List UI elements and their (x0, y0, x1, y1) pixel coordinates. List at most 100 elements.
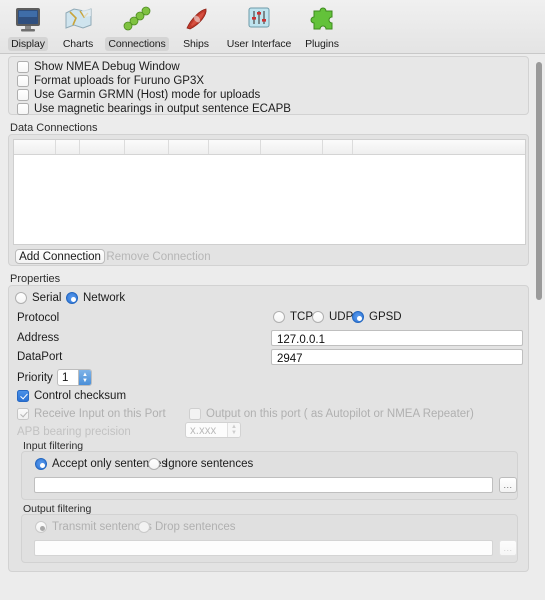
table-column-header-filler (353, 140, 525, 154)
sliders-icon (241, 5, 277, 35)
checkbox-receive-input-on-this-port: Receive Input on this Port (17, 408, 166, 420)
radio-button[interactable] (66, 292, 78, 304)
vertical-scrollbar[interactable] (535, 56, 543, 572)
radio-button[interactable] (148, 458, 160, 470)
radio-button[interactable] (35, 458, 47, 470)
table-column-header[interactable] (209, 140, 261, 154)
puzzle-piece-icon (304, 5, 340, 35)
properties-group-label: Properties (10, 273, 61, 285)
dataport-input[interactable]: 2947 (271, 349, 523, 365)
dialog-button-bar: OK Cancel Apply (0, 572, 545, 600)
table-column-header[interactable] (14, 140, 56, 154)
radio-label: Network (83, 292, 126, 304)
radio-button[interactable] (312, 311, 324, 323)
tab-connections[interactable]: Connections (105, 3, 169, 51)
checkbox-label: Use Garmin GRMN (Host) mode for uploads (34, 89, 261, 101)
checkbox-show-nmea-debug-window[interactable]: Show NMEA Debug Window (17, 61, 180, 73)
checkbox-box[interactable] (17, 75, 29, 87)
spinner-down-arrow[interactable]: ▼ (82, 378, 88, 384)
checkbox-label: Format uploads for Furuno GP3X (34, 75, 205, 87)
radio-label: GPSD (369, 311, 402, 323)
general-options-panel: Show NMEA Debug Window Format uploads fo… (8, 56, 529, 115)
data-connections-group-label: Data Connections (10, 122, 98, 134)
tab-ships-label: Ships (183, 38, 209, 50)
checkbox-label: Output on this port ( as Autopilot or NM… (206, 408, 474, 420)
checkbox-label: Show NMEA Debug Window (34, 61, 180, 73)
tab-charts[interactable]: Charts (56, 3, 100, 51)
radio-label: UDP (329, 311, 354, 323)
radio-serial[interactable]: Serial (15, 292, 61, 304)
priority-spinner[interactable]: 1 ▲ ▼ (57, 369, 92, 386)
table-column-header[interactable] (323, 140, 353, 154)
protocol-label: Protocol (17, 312, 60, 324)
tab-charts-label: Charts (62, 38, 94, 50)
output-filter-sentences-input (34, 540, 493, 556)
radio-transmit-sentences: Transmit sentences (35, 521, 152, 533)
scrollbar-thumb[interactable] (536, 62, 542, 300)
radio-label: Serial (32, 292, 62, 304)
output-filter-browse-button: ... (499, 540, 517, 556)
radio-label: TCP (290, 311, 313, 323)
checkbox-box[interactable] (17, 89, 29, 101)
radio-drop-sentences: Drop sentences (138, 521, 236, 533)
radio-button (35, 521, 47, 533)
tab-display[interactable]: Display (6, 3, 50, 51)
tab-connections-label: Connections (105, 37, 169, 51)
ship-icon (178, 5, 214, 35)
apb-bearing-precision-label: APB bearing precision (17, 426, 131, 438)
address-label: Address (17, 332, 60, 344)
radio-button[interactable] (273, 311, 285, 323)
apb-precision-value: x.xxx (190, 425, 217, 437)
tab-plugins[interactable]: Plugins (300, 3, 344, 51)
input-filtering-panel: Accept only sentences Ignore sentences .… (21, 451, 518, 500)
radio-protocol-udp[interactable]: UDP (312, 311, 353, 323)
tab-ships[interactable]: Ships (174, 3, 218, 51)
input-filter-browse-button[interactable]: ... (499, 477, 517, 493)
radio-button (138, 521, 150, 533)
add-connection-button[interactable]: Add Connection (15, 249, 105, 264)
spinner-arrows[interactable]: ▲ ▼ (78, 370, 91, 385)
checkbox-label: Receive Input on this Port (34, 408, 166, 420)
apb-bearing-precision-spinner: x.xxx ▲ ▼ (185, 422, 241, 438)
monitor-icon (10, 5, 46, 35)
tab-display-label: Display (8, 37, 48, 51)
checkbox-magnetic-bearings-ecapb[interactable]: Use magnetic bearings in output sentence… (17, 103, 291, 115)
settings-toolbar: Display Charts Connections Ships User In… (0, 0, 545, 54)
table-column-header[interactable] (56, 140, 80, 154)
checkbox-box[interactable] (17, 61, 29, 73)
checkbox-box[interactable] (17, 103, 29, 115)
connections-table[interactable] (13, 139, 526, 245)
checkbox-format-uploads-furuno[interactable]: Format uploads for Furuno GP3X (17, 75, 204, 87)
tab-user-interface[interactable]: User Interface (224, 3, 294, 51)
input-filter-sentences-input[interactable] (34, 477, 493, 493)
table-column-header[interactable] (169, 140, 209, 154)
checkbox-control-checksum[interactable]: Control checksum (17, 390, 126, 402)
checkbox-garmin-grmn-host-mode[interactable]: Use Garmin GRMN (Host) mode for uploads (17, 89, 260, 101)
checkbox-box (17, 408, 29, 420)
connections-table-header (14, 140, 525, 155)
connections-settings-dialog: Display Charts Connections Ships User In… (0, 0, 545, 600)
address-input[interactable]: 127.0.0.1 (271, 330, 523, 346)
radio-protocol-gpsd[interactable]: GPSD (352, 311, 402, 323)
charts-icon (60, 5, 96, 35)
table-column-header[interactable] (80, 140, 125, 154)
radio-protocol-tcp[interactable]: TCP (273, 311, 313, 323)
checkbox-box[interactable] (17, 390, 29, 402)
data-connections-panel: Add Connection Remove Connection (8, 134, 529, 266)
connections-table-body[interactable] (14, 155, 525, 244)
spinner-arrows: ▲ ▼ (227, 423, 240, 437)
tab-user-interface-label: User Interface (226, 38, 292, 50)
properties-panel: Serial Network Protocol TCP UDP GPSD Add… (8, 285, 529, 572)
radio-ignore-sentences[interactable]: Ignore sentences (148, 458, 253, 470)
table-column-header[interactable] (125, 140, 169, 154)
checkbox-label: Control checksum (34, 390, 127, 402)
dataport-label: DataPort (17, 351, 63, 363)
radio-button[interactable] (352, 311, 364, 323)
spinner-down-arrow: ▼ (231, 430, 237, 436)
table-column-header[interactable] (261, 140, 323, 154)
remove-connection-button: Remove Connection (106, 250, 211, 263)
connections-icon (119, 5, 155, 35)
priority-value[interactable]: 1 (58, 370, 78, 385)
radio-button[interactable] (15, 292, 27, 304)
radio-network[interactable]: Network (66, 292, 125, 304)
